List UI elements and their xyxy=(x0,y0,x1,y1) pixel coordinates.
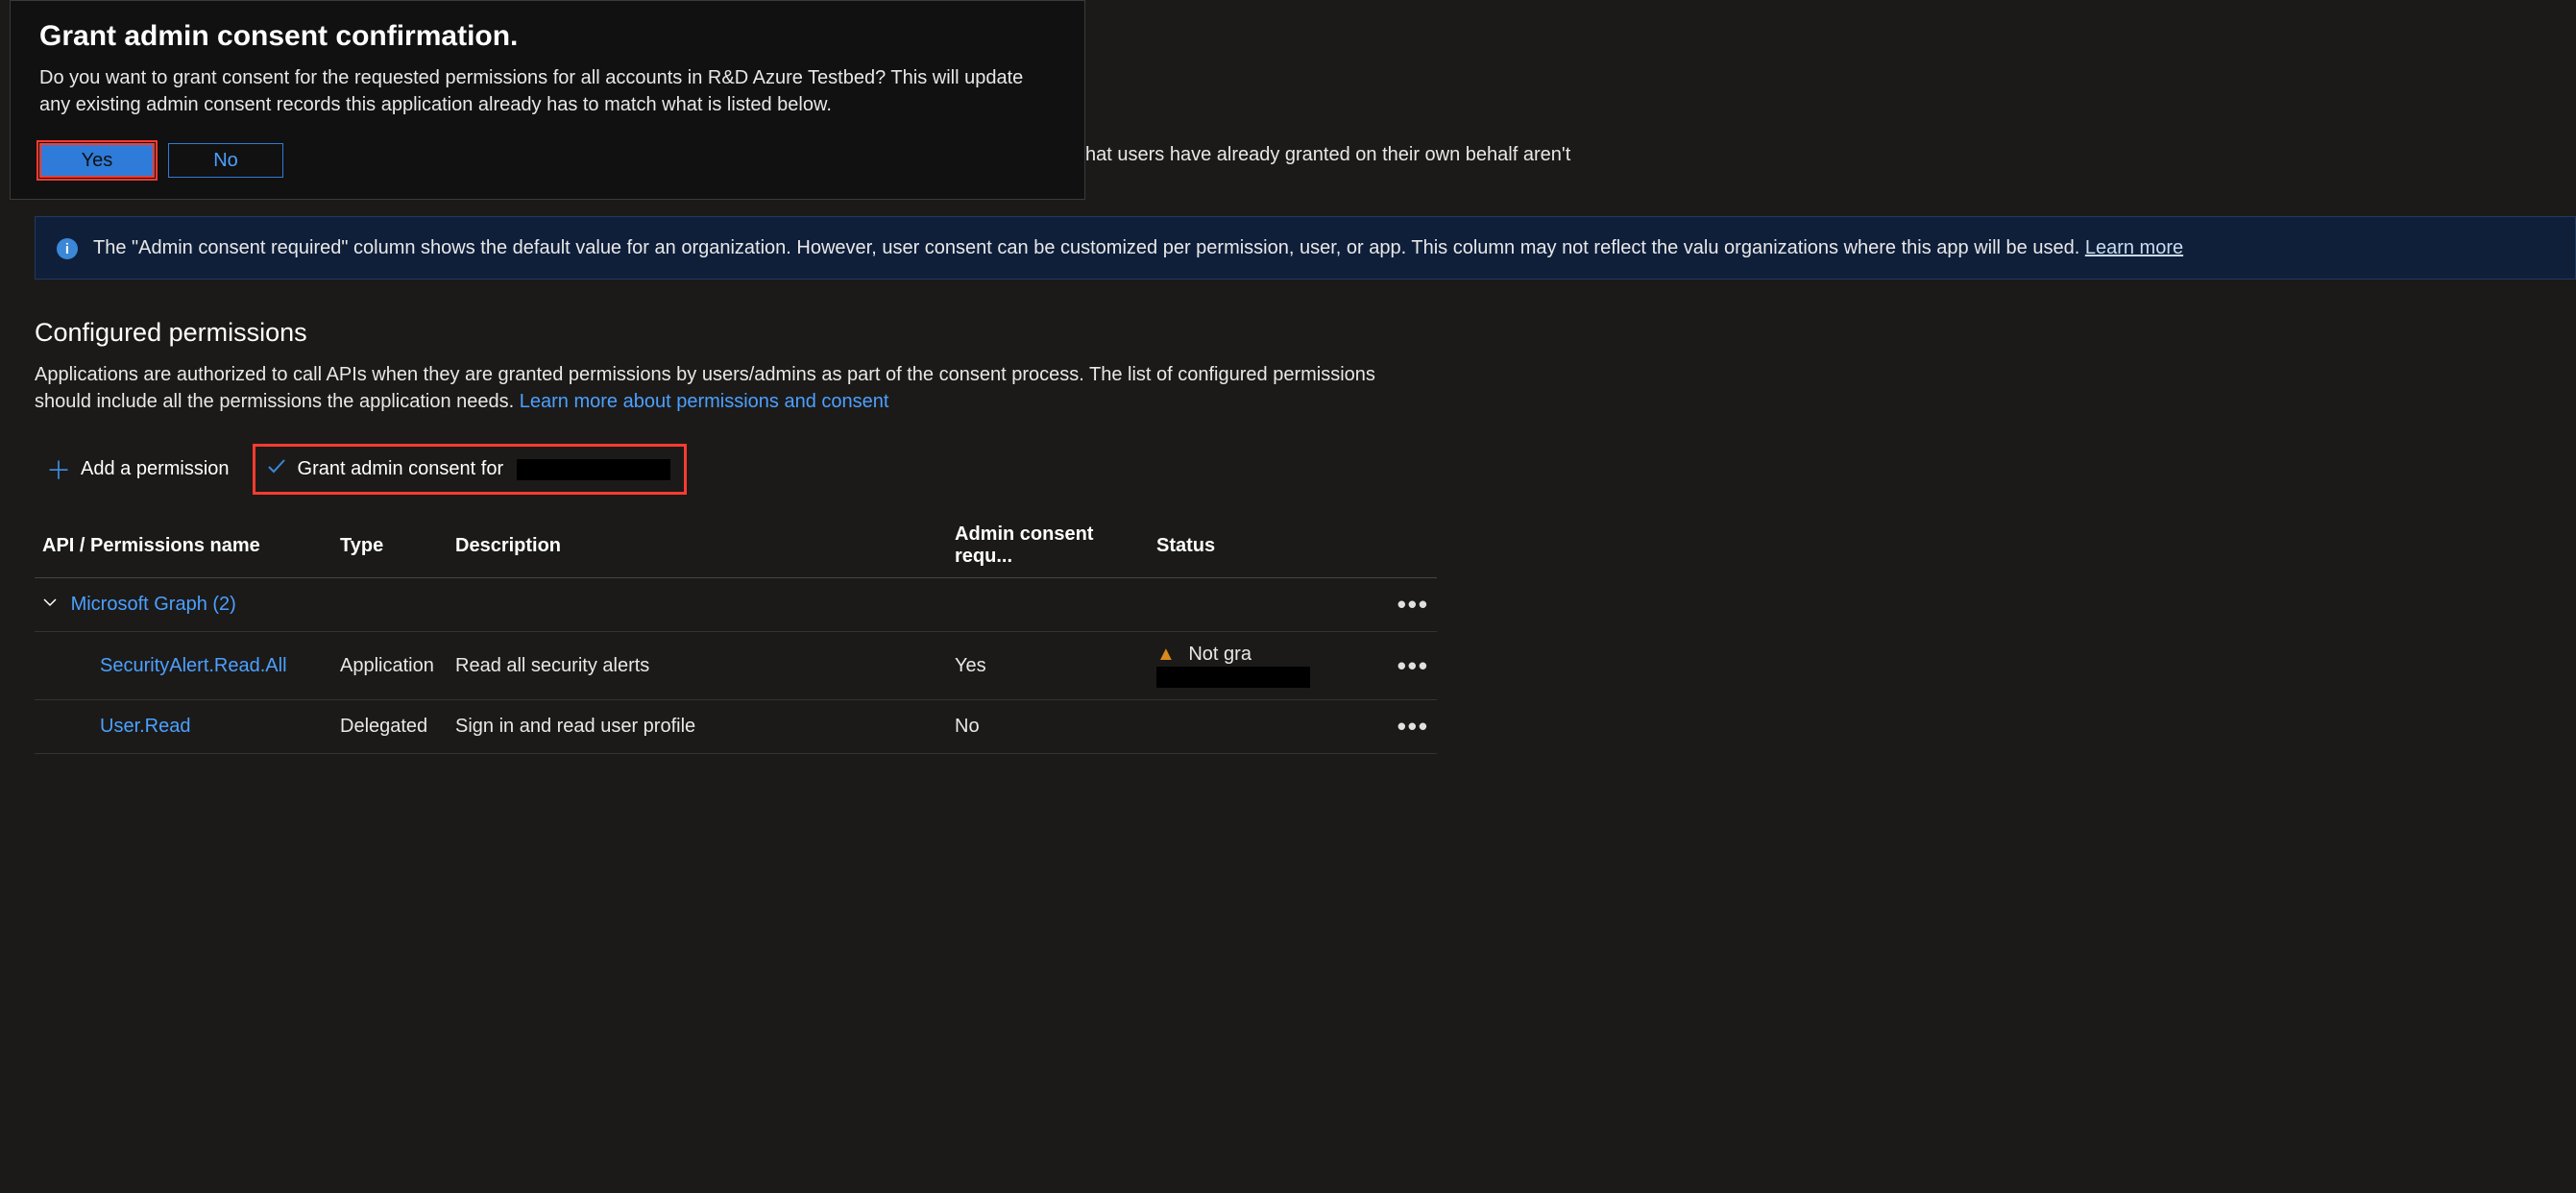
info-icon: i xyxy=(57,238,78,259)
background-warning-banner: hat users have already granted on their … xyxy=(1085,134,2576,176)
col-header-name[interactable]: API / Permissions name xyxy=(35,514,332,578)
permission-desc: Sign in and read user profile xyxy=(448,700,947,754)
status-redacted xyxy=(1156,667,1310,688)
permission-desc: Read all security alerts xyxy=(448,632,947,700)
main-content: i The "Admin consent required" column sh… xyxy=(35,216,2576,754)
info-banner: i The "Admin consent required" column sh… xyxy=(35,216,2576,280)
configured-permissions-desc: Applications are authorized to call APIs… xyxy=(35,361,1437,415)
dialog-body: Do you want to grant consent for the req… xyxy=(39,64,1056,118)
info-banner-body: The "Admin consent required" column show… xyxy=(93,237,2085,258)
status-text: Not gra xyxy=(1188,644,1252,665)
permission-name-link[interactable]: SecurityAlert.Read.All xyxy=(42,655,287,677)
check-icon xyxy=(265,454,288,484)
row-menu-button[interactable]: ••• xyxy=(1397,651,1429,680)
info-banner-text: The "Admin consent required" column show… xyxy=(93,234,2183,261)
row-menu-button[interactable]: ••• xyxy=(1397,712,1429,741)
permissions-table: API / Permissions name Type Description … xyxy=(35,514,1437,754)
add-permission-button[interactable]: ＋ Add a permission xyxy=(46,451,230,487)
api-group-row[interactable]: Microsoft Graph (2) ••• xyxy=(35,578,1437,632)
permission-type: Application xyxy=(332,632,448,700)
grant-admin-consent-button[interactable]: Grant admin consent for xyxy=(253,444,688,495)
plus-icon: ＋ xyxy=(46,451,71,487)
permission-admin-consent: No xyxy=(947,700,1149,754)
dialog-title: Grant admin consent confirmation. xyxy=(39,20,1056,53)
warning-icon: ▲ xyxy=(1156,644,1176,665)
col-header-admin[interactable]: Admin consent requ... xyxy=(947,514,1149,578)
row-menu-button[interactable]: ••• xyxy=(1397,590,1429,619)
no-button[interactable]: No xyxy=(168,143,283,178)
grant-consent-dialog: Grant admin consent confirmation. Do you… xyxy=(10,0,1085,200)
col-header-type[interactable]: Type xyxy=(332,514,448,578)
col-header-desc[interactable]: Description xyxy=(448,514,947,578)
grant-admin-consent-label: Grant admin consent for xyxy=(298,458,504,480)
permission-type: Delegated xyxy=(332,700,448,754)
chevron-down-icon xyxy=(42,595,58,615)
permission-status xyxy=(1149,700,1379,754)
add-permission-label: Add a permission xyxy=(81,458,230,480)
dialog-buttons: Yes No xyxy=(39,143,1056,178)
permission-name-link[interactable]: User.Read xyxy=(42,716,191,738)
configured-permissions-heading: Configured permissions xyxy=(35,318,2576,348)
permission-status: ▲ Not gra xyxy=(1149,632,1379,700)
info-learn-more-link[interactable]: Learn more xyxy=(2085,237,2183,258)
permission-admin-consent: Yes xyxy=(947,632,1149,700)
api-group-label[interactable]: Microsoft Graph (2) xyxy=(71,594,236,615)
permission-row: User.Read Delegated Sign in and read use… xyxy=(35,700,1437,754)
tenant-name-redacted xyxy=(517,459,670,480)
learn-more-permissions-link[interactable]: Learn more about permissions and consent xyxy=(520,391,889,412)
col-header-status[interactable]: Status xyxy=(1149,514,1437,578)
yes-button[interactable]: Yes xyxy=(39,143,155,178)
permissions-toolbar: ＋ Add a permission Grant admin consent f… xyxy=(46,444,2576,495)
permission-row: SecurityAlert.Read.All Application Read … xyxy=(35,632,1437,700)
